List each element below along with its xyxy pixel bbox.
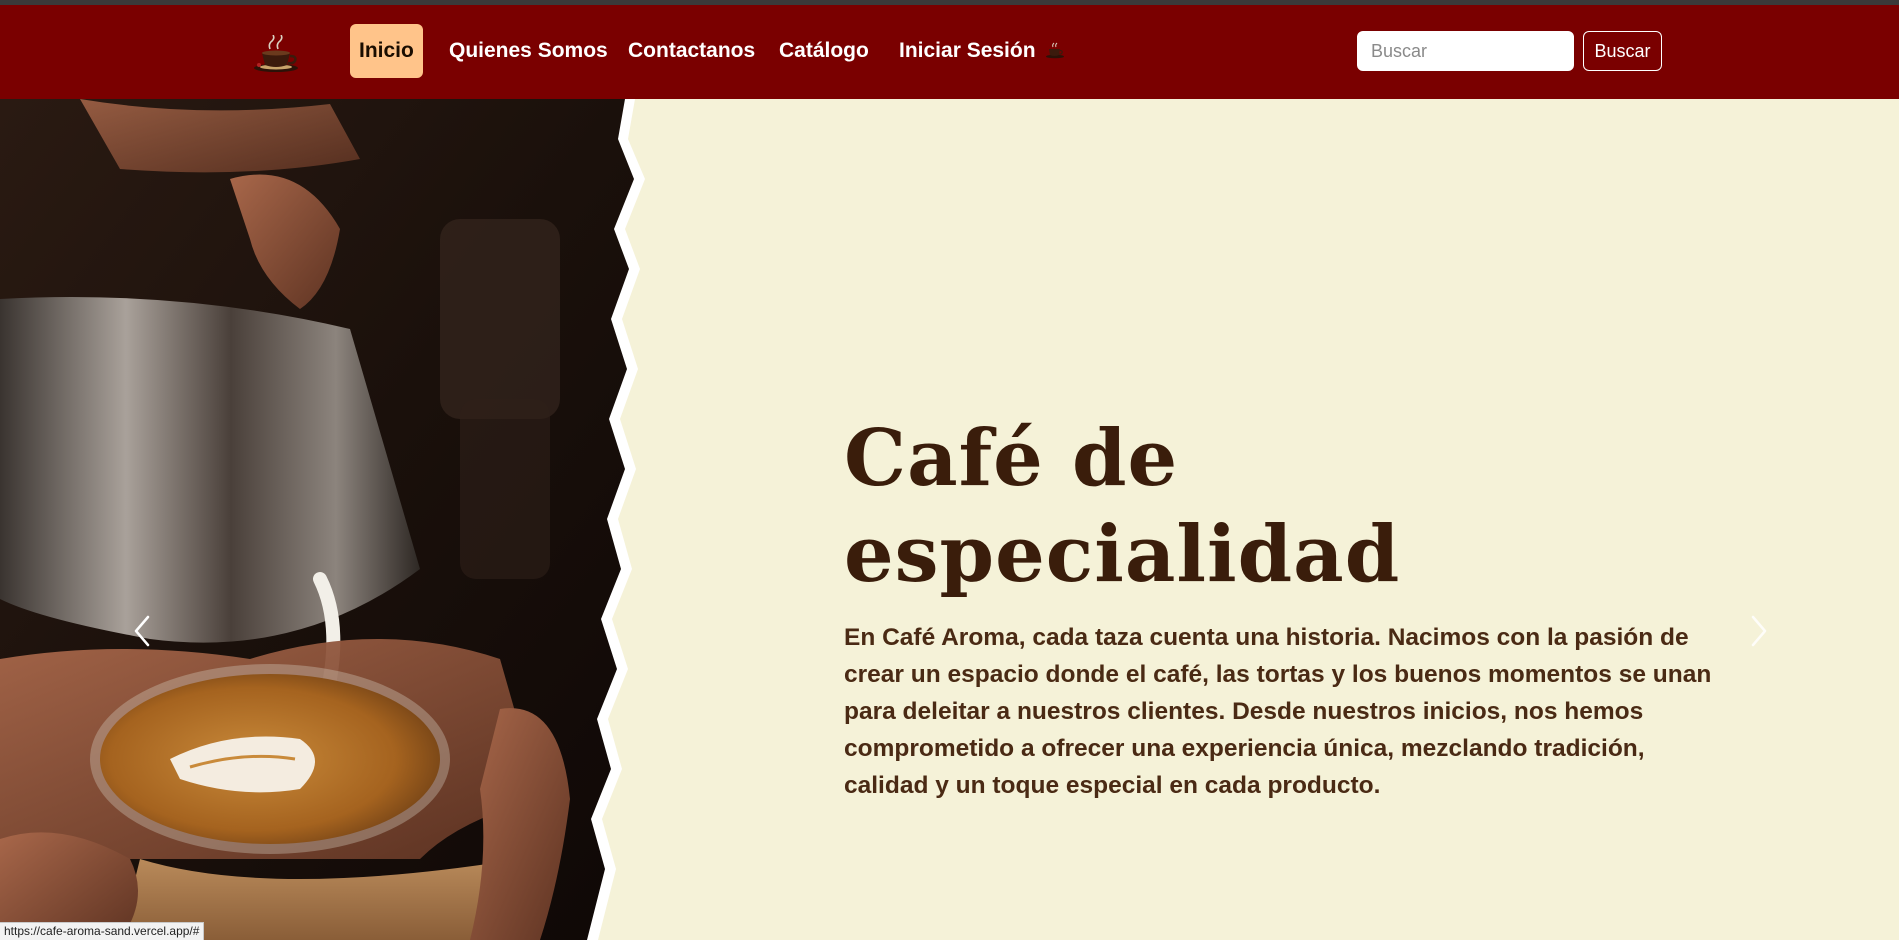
hero-title-line2: especialidad [844, 509, 1401, 600]
nav-inicio[interactable]: Inicio [350, 24, 423, 78]
latte-art-pour-photo [0, 99, 645, 940]
nav-iniciar-sesion[interactable]: Iniciar Sesión [899, 24, 1065, 78]
coffee-cup-icon [1046, 42, 1065, 59]
chevron-right-icon[interactable] [1743, 611, 1773, 651]
hero-title: Café de especialidad [844, 411, 1544, 603]
hero-title-line1: Café de [844, 413, 1179, 504]
nav-contactanos-label: Contactanos [628, 39, 756, 62]
nav-iniciar-sesion-label: Iniciar Sesión [899, 39, 1036, 62]
search-button[interactable]: Buscar [1583, 31, 1662, 71]
search-input[interactable] [1357, 31, 1574, 71]
navbar: Inicio Quienes Somos Contactanos Catálog… [0, 5, 1899, 99]
coffee-cup-logo-icon[interactable] [250, 35, 302, 75]
nav-contactanos[interactable]: Contactanos [628, 24, 755, 78]
status-bar-url: https://cafe-aroma-sand.vercel.app/# [0, 922, 205, 940]
nav-catalogo[interactable]: Catálogo [779, 24, 869, 78]
nav-quienes-somos[interactable]: Quienes Somos [449, 24, 608, 78]
nav-inicio-label: Inicio [359, 39, 414, 62]
nav-quienes-somos-label: Quienes Somos [449, 39, 608, 62]
chevron-left-icon[interactable] [128, 611, 158, 651]
hero-carousel: Café de especialidad En Café Aroma, cada… [0, 99, 1899, 940]
nav-catalogo-label: Catálogo [779, 39, 869, 62]
hero-description: En Café Aroma, cada taza cuenta una hist… [844, 624, 1712, 799]
